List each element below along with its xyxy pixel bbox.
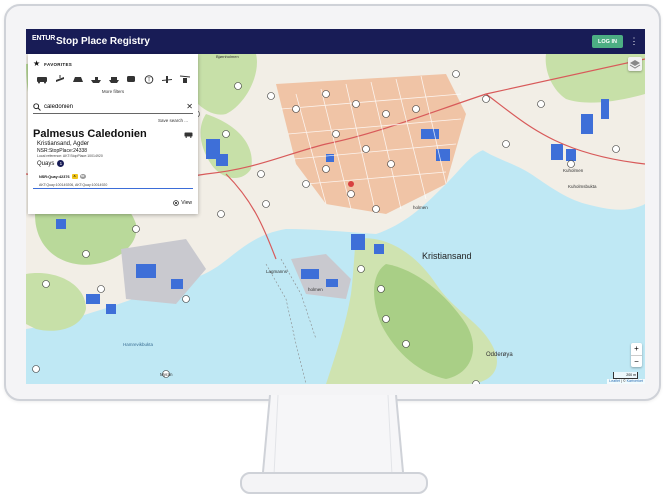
divider [33, 188, 193, 189]
map-scale: 200 m [613, 372, 638, 379]
screen: Kristiansand holmen Lagmanns- holmen Ham… [26, 29, 645, 384]
transport-mode-filters: T [36, 75, 191, 84]
quays-label: Quays [37, 160, 55, 167]
quay-item[interactable]: NSR:Quay:42376 A 60 [39, 174, 86, 179]
login-button[interactable]: LOG IN [592, 35, 623, 48]
view-button[interactable]: View [173, 200, 192, 206]
entur-logo[interactable]: ENTUR [32, 35, 55, 49]
stop-place-name: Palmesus Caledonien [33, 128, 147, 140]
map-label-holmen: holmen [413, 205, 428, 210]
kartverket-link[interactable]: Kartverket [627, 379, 643, 383]
svg-text:T: T [148, 78, 151, 84]
layers-icon[interactable] [628, 57, 642, 71]
zoom-control: + − [631, 343, 642, 367]
close-icon[interactable]: ✕ [186, 103, 193, 111]
map-label-kuholmsbukta: Kuholmsbukta [568, 184, 597, 189]
more-vert-icon[interactable]: ⋮ [629, 34, 639, 49]
cableway-icon[interactable] [179, 75, 191, 84]
tram-icon[interactable] [54, 75, 66, 84]
info-icon[interactable]: T [143, 75, 155, 84]
app-bar: ENTUR Stop Place Registry LOG IN ⋮ [26, 29, 645, 54]
quay-references: AKT:Quay:100149206, AKT:Quay:10014920 [39, 183, 108, 187]
map-label-lagmanns: Lagmanns- [266, 269, 289, 274]
more-filters-link[interactable]: More filters [28, 89, 198, 94]
water-icon[interactable] [90, 75, 102, 84]
stop-place-location: Kristiansand, Agder [37, 141, 90, 147]
bus-icon [184, 132, 193, 138]
map-label-city: Kristiansand [422, 251, 472, 261]
view-icon [173, 200, 180, 206]
quay-id: NSR:Quay:42376 [39, 174, 70, 179]
quay-badge-b: 60 [79, 174, 86, 179]
quays-count-badge: 1 [57, 160, 65, 167]
save-search-link[interactable]: Save search ... [158, 118, 188, 123]
metro-icon[interactable] [125, 75, 137, 84]
map-label-kuholmen: Kuholmen [563, 168, 584, 173]
local-reference: Local reference: AKT:StopPlace:10014920 [37, 154, 103, 158]
search-field: ✕ [33, 101, 193, 114]
quay-badge-a: A [71, 174, 78, 179]
map-label-hamrevik: Hamrevikbukta [123, 342, 154, 347]
search-icon [33, 103, 41, 111]
map-label-lagmanns2: holmen [308, 287, 323, 292]
air-icon[interactable] [161, 75, 173, 84]
ferry-icon[interactable] [108, 75, 120, 84]
map-label-myran: Myran [160, 372, 173, 377]
monitor-base [240, 472, 428, 494]
rail-icon[interactable] [72, 75, 84, 84]
favorites-label: FAVORITES [44, 61, 73, 67]
star-icon: ★ [33, 59, 41, 68]
favorites-toggle[interactable]: ★ FAVORITES [33, 60, 72, 68]
map-label-bjornholm: Bjørnholmen [216, 54, 239, 59]
monitor-stand-outline [262, 395, 404, 483]
attribution-separator: | © [620, 379, 627, 383]
zoom-out-button[interactable]: − [631, 356, 642, 368]
leaflet-link[interactable]: Leaflet [609, 379, 620, 383]
search-panel: ★ FAVORITES T More filters ✕ Save se [28, 54, 198, 214]
bus-icon[interactable] [36, 75, 48, 84]
zoom-in-button[interactable]: + [631, 343, 642, 356]
map-label-odderoya: Odderøya [486, 352, 513, 358]
search-input[interactable] [40, 104, 187, 110]
app-title: Stop Place Registry [56, 36, 150, 47]
map-attribution: Leaflet | © Kartverket [607, 379, 645, 384]
view-label: View [181, 200, 192, 206]
quays-header: Quays 1 [37, 160, 65, 167]
monitor-frame: Kristiansand holmen Lagmanns- holmen Ham… [4, 4, 661, 401]
